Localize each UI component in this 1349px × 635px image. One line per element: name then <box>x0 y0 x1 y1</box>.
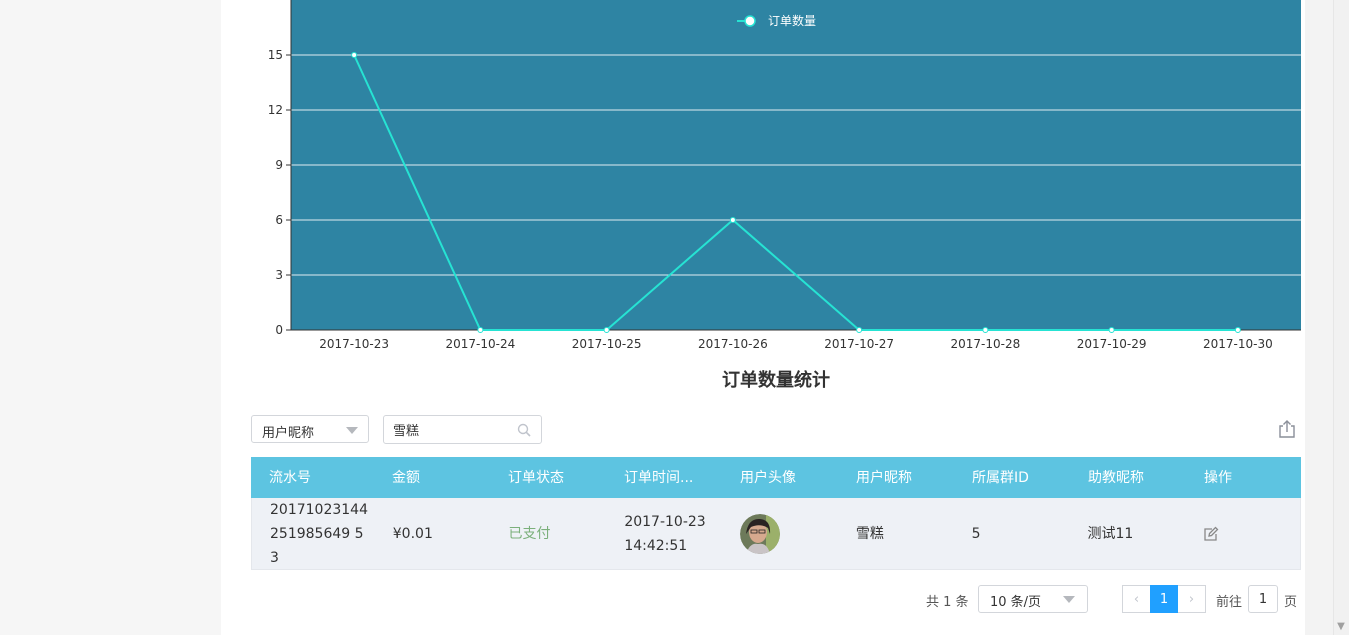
pagination-total: 共 1 条 <box>926 595 969 610</box>
amount-cell: ¥0.01 <box>392 525 433 542</box>
x-tick-label: 2017-10-28 <box>951 337 1021 351</box>
header-status[interactable]: 订单状态 <box>490 466 606 490</box>
chevron-right-icon[interactable]: › <box>1178 585 1206 613</box>
order-table: 流水号 金额 订单状态 订单时间... 用户头像 用户昵称 所属群ID 助教昵称… <box>251 457 1301 570</box>
legend-marker[interactable] <box>744 15 756 27</box>
header-group-id[interactable]: 所属群ID <box>954 466 1070 490</box>
edit-icon[interactable] <box>1203 526 1219 542</box>
table-header: 流水号 金额 订单状态 订单时间... 用户头像 用户昵称 所属群ID 助教昵称… <box>251 457 1301 498</box>
page-size-value: 10 条/页 <box>990 595 1042 610</box>
data-point[interactable] <box>1108 327 1115 333</box>
scroll-down-arrow-icon[interactable]: ▼ <box>1333 617 1349 635</box>
search-input[interactable] <box>384 416 513 443</box>
goto-label: 前往 <box>1216 595 1243 610</box>
avatar-cell <box>722 513 838 554</box>
x-tick-label: 2017-10-27 <box>824 337 894 351</box>
data-point[interactable] <box>729 217 736 223</box>
page-label: 页 <box>1284 595 1298 610</box>
header-nickname[interactable]: 用户昵称 <box>838 466 954 490</box>
order-time-cell: 2017-10-23 14:42:51 <box>606 510 722 558</box>
goto-page-input[interactable]: 1 <box>1248 585 1278 613</box>
nickname-cell: 雪糕 <box>855 525 884 542</box>
x-tick-label: 2017-10-23 <box>319 337 389 351</box>
search-icon[interactable] <box>517 423 531 437</box>
header-avatar[interactable]: 用户头像 <box>722 466 838 490</box>
actions-cell <box>1185 526 1300 542</box>
x-tick-label: 2017-10-30 <box>1203 337 1273 351</box>
page-number-current[interactable]: 1 <box>1150 585 1178 613</box>
order-count-line-chart: 0 3 6 9 12 15 2017-10-23 2017-10-24 2017-10-25 20… <box>268 0 1301 351</box>
header-serial[interactable]: 流水号 <box>251 466 374 490</box>
group-id-cell: 5 <box>971 525 981 542</box>
chevron-left-icon[interactable]: ‹ <box>1122 585 1150 613</box>
x-tick-label: 2017-10-25 <box>572 337 642 351</box>
vertical-scrollbar[interactable] <box>1333 0 1349 635</box>
table-row: 20171023144251985649 53 ¥0.01 已支付 2017-1… <box>251 498 1301 570</box>
assistant-cell: 测试11 <box>1087 525 1134 542</box>
field-select[interactable]: 用户昵称 <box>251 415 369 443</box>
y-tick-label: 12 <box>268 103 283 117</box>
data-point[interactable] <box>856 327 863 333</box>
data-point[interactable] <box>477 327 484 333</box>
x-tick-label: 2017-10-29 <box>1077 337 1147 351</box>
header-assistant[interactable]: 助教昵称 <box>1070 466 1186 490</box>
legend-label[interactable]: 订单数量 <box>768 13 816 28</box>
serial-value: 20171023144251985649 53 <box>270 501 368 566</box>
export-icon[interactable] <box>1277 419 1297 439</box>
order-date: 2017-10-23 <box>624 513 706 530</box>
y-tick-label: 15 <box>268 48 283 62</box>
y-tick-label: 9 <box>275 158 283 172</box>
header-order-time[interactable]: 订单时间... <box>606 466 722 490</box>
y-tick-label: 0 <box>275 323 283 337</box>
serial-cell: 20171023144251985649 53 <box>252 498 375 570</box>
data-point[interactable] <box>351 52 358 58</box>
chart-title: 订单数量统计 <box>722 370 830 391</box>
search-box[interactable] <box>383 415 542 444</box>
avatar <box>740 513 781 554</box>
y-tick-label: 3 <box>275 268 283 282</box>
status-badge: 已支付 <box>508 525 551 542</box>
page-size-select[interactable]: 10 条/页 <box>978 585 1088 613</box>
field-select-value: 用户昵称 <box>262 426 315 441</box>
data-point[interactable] <box>1234 327 1241 333</box>
y-tick-label: 6 <box>275 213 283 227</box>
header-amount[interactable]: 金额 <box>374 466 490 490</box>
data-point[interactable] <box>982 327 989 333</box>
left-sidebar-background <box>0 0 221 635</box>
header-actions[interactable]: 操作 <box>1186 466 1301 490</box>
chevron-down-icon <box>1063 596 1075 603</box>
x-tick-label: 2017-10-26 <box>698 337 768 351</box>
data-point[interactable] <box>603 327 610 333</box>
x-tick-label: 2017-10-24 <box>446 337 516 351</box>
chevron-down-icon <box>346 427 358 434</box>
order-clock: 14:42:51 <box>624 537 688 554</box>
